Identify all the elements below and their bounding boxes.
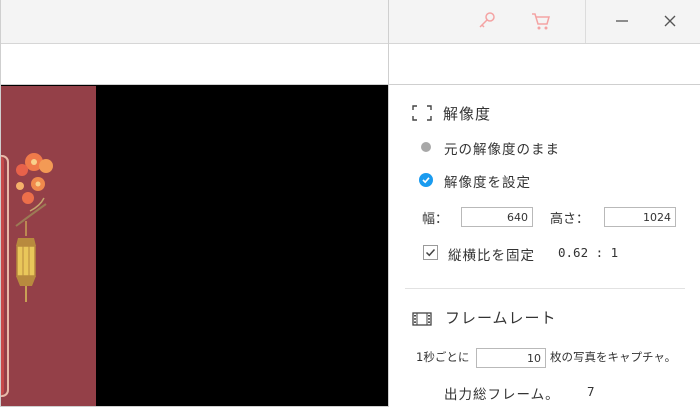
resolution-icon (412, 105, 432, 125)
radio-keep-original[interactable] (421, 142, 431, 152)
ratio-value: 0.62 : 1 (558, 245, 619, 260)
section-divider (405, 288, 685, 289)
close-icon[interactable] (657, 8, 683, 34)
resolution-title: 解像度 (443, 105, 492, 123)
framerate-title: フレームレート (445, 309, 557, 327)
framerate-suffix: 枚の写真をキャプチャ。 (550, 350, 677, 364)
film-icon (412, 311, 432, 330)
height-label: 高さ： (550, 212, 590, 227)
frame-interval-input[interactable] (476, 348, 546, 368)
width-label: 幅： (422, 212, 449, 227)
titlebar-separator (585, 0, 586, 43)
lock-ratio-label[interactable]: 縦横比を固定 (448, 244, 535, 264)
framerate-prefix: 1秒ごとに (416, 350, 470, 364)
width-input[interactable] (461, 207, 533, 227)
minimize-icon[interactable] (609, 8, 635, 34)
settings-panel: 解像度 元の解像度のまま 解像度を設定 幅： 高さ： 縦横比を固定 0.62 :… (390, 85, 700, 407)
total-frames-value: 7 (587, 384, 595, 399)
cart-icon[interactable] (528, 8, 554, 34)
key-icon[interactable] (474, 8, 500, 34)
height-input[interactable] (604, 207, 676, 227)
preview-frame (0, 0, 389, 407)
radio-set-resolution[interactable] (419, 173, 433, 187)
option-set-resolution-label[interactable]: 解像度を設定 (444, 171, 531, 191)
total-frames-label: 出力総フレーム。 (444, 387, 560, 403)
lock-ratio-checkbox[interactable] (423, 245, 438, 260)
option-keep-original-label[interactable]: 元の解像度のまま (444, 138, 560, 158)
